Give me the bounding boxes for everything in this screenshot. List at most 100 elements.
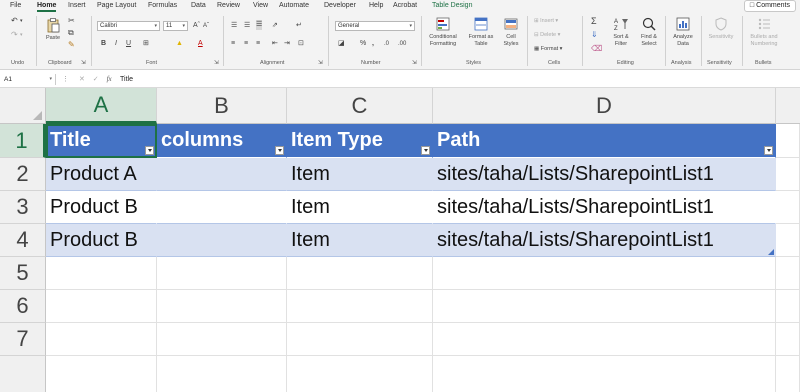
insert-cells-button[interactable]: ⊞ Insert ▾ (534, 18, 558, 25)
tab-file[interactable]: File (10, 2, 21, 9)
align-bottom-icon[interactable]: ☰ (256, 20, 263, 30)
tab-page-layout[interactable]: Page Layout (97, 2, 136, 9)
table-header-cell[interactable]: Title (46, 124, 157, 158)
paste-button[interactable]: Paste (42, 17, 64, 42)
tab-home[interactable]: Home (37, 2, 57, 12)
table-header-cell[interactable]: Path (433, 124, 776, 158)
format-as-table-button[interactable]: Format as Table (464, 16, 498, 47)
empty-cell[interactable] (776, 124, 800, 158)
table-cell[interactable]: Item (287, 191, 433, 224)
table-cell[interactable]: Item (287, 224, 433, 257)
table-cell[interactable]: sites/taha/Lists/SharepointList1 (433, 191, 776, 224)
decrease-decimal-icon[interactable]: .00 (398, 39, 406, 49)
sort-filter-button[interactable]: A Z Sort & Filter (608, 16, 634, 47)
row-header-3[interactable]: 3 (0, 191, 46, 224)
table-header-cell[interactable]: columns (157, 124, 287, 158)
orientation-icon[interactable]: ⇗ (272, 21, 278, 31)
filter-dropdown-icon[interactable] (145, 146, 154, 155)
empty-cell[interactable] (46, 323, 157, 356)
merge-center-icon[interactable]: ⊡ (298, 39, 304, 49)
tab-developer[interactable]: Developer (324, 2, 356, 9)
empty-cell[interactable] (157, 356, 287, 392)
empty-cell[interactable] (46, 257, 157, 290)
cut-icon[interactable]: ✂ (68, 16, 75, 26)
row-header-2[interactable]: 2 (0, 158, 46, 191)
analyze-data-button[interactable]: Analyze Data (669, 16, 697, 47)
tab-acrobat[interactable]: Acrobat (393, 2, 417, 9)
empty-cell[interactable] (157, 323, 287, 356)
empty-cell[interactable] (287, 323, 433, 356)
empty-cell[interactable] (776, 356, 800, 392)
select-all-button[interactable] (0, 88, 46, 124)
empty-cell[interactable] (433, 356, 776, 392)
redo-dropdown-icon[interactable]: ▾ (20, 30, 23, 40)
format-painter-icon[interactable]: ✎ (68, 40, 75, 50)
empty-cell[interactable] (433, 290, 776, 323)
sensitivity-button[interactable]: Sensitivity (703, 16, 739, 41)
undo-icon[interactable]: ↶ (11, 16, 18, 26)
clear-icon[interactable]: ⌫ (591, 44, 602, 54)
undo-dropdown-icon[interactable]: ▾ (20, 16, 23, 26)
decrease-indent-icon[interactable]: ⇤ (272, 39, 278, 49)
column-header-e[interactable] (776, 88, 800, 124)
enter-icon[interactable]: ✓ (93, 76, 99, 83)
empty-cell[interactable] (433, 323, 776, 356)
filter-dropdown-icon[interactable] (275, 146, 284, 155)
empty-cell[interactable] (157, 290, 287, 323)
percent-style-icon[interactable]: % (360, 39, 366, 49)
cell-styles-button[interactable]: Cell Styles (500, 16, 522, 47)
empty-cell[interactable] (287, 356, 433, 392)
align-middle-icon[interactable]: ☰ (244, 21, 250, 31)
empty-cell[interactable] (776, 224, 800, 257)
comments-button[interactable]: □ Comments (743, 0, 796, 12)
table-cell[interactable]: sites/taha/Lists/SharepointList1 (433, 158, 776, 191)
worksheet-grid[interactable]: A B C D 1 2 3 4 5 6 7 Title columns Item… (0, 88, 800, 392)
dialog-launcher-icon[interactable]: ⇲ (214, 60, 219, 67)
row-header-4[interactable]: 4 (0, 224, 46, 257)
column-header-b[interactable]: B (157, 88, 287, 124)
table-cell[interactable] (157, 158, 287, 191)
empty-cell[interactable] (287, 290, 433, 323)
tab-review[interactable]: Review (217, 2, 240, 9)
row-header-6[interactable]: 6 (0, 290, 46, 323)
conditional-formatting-button[interactable]: Conditional Formatting (424, 16, 462, 47)
empty-cell[interactable] (433, 257, 776, 290)
italic-icon[interactable]: I (115, 39, 117, 49)
font-color-icon[interactable]: A (198, 39, 203, 49)
table-cell[interactable]: Product A (46, 158, 157, 191)
align-top-icon[interactable]: ☰ (231, 21, 237, 31)
column-header-c[interactable]: C (287, 88, 433, 124)
empty-cell[interactable] (776, 323, 800, 356)
tab-formulas[interactable]: Formulas (148, 2, 177, 9)
table-cell[interactable] (157, 191, 287, 224)
copy-icon[interactable]: ⧉ (68, 28, 74, 38)
comma-style-icon[interactable]: ‚ (372, 39, 374, 49)
table-cell[interactable]: Item (287, 158, 433, 191)
tab-automate[interactable]: Automate (279, 2, 309, 9)
empty-cell[interactable] (776, 290, 800, 323)
empty-cell[interactable] (776, 257, 800, 290)
dialog-launcher-icon[interactable]: ⇲ (318, 60, 323, 67)
format-cells-button[interactable]: ▦ Format ▾ (534, 46, 562, 53)
number-format-select[interactable]: General ▾ (335, 21, 415, 31)
column-header-d[interactable]: D (433, 88, 776, 124)
table-header-cell[interactable]: Item Type (287, 124, 433, 158)
empty-cell[interactable] (776, 191, 800, 224)
underline-icon[interactable]: U (126, 39, 131, 49)
wrap-text-icon[interactable]: ↵ (296, 21, 302, 31)
tab-insert[interactable]: Insert (68, 2, 86, 9)
filter-dropdown-icon[interactable] (421, 146, 430, 155)
row-header-1[interactable]: 1 (0, 124, 46, 158)
empty-cell[interactable] (46, 290, 157, 323)
filter-dropdown-icon[interactable] (764, 146, 773, 155)
align-right-icon[interactable]: ≡ (256, 39, 260, 49)
more-options-icon[interactable]: ⋮ (62, 76, 69, 83)
table-cell[interactable]: sites/taha/Lists/SharepointList1 (433, 224, 776, 257)
cancel-icon[interactable]: ✕ (79, 76, 85, 83)
increase-decimal-icon[interactable]: .0 (384, 39, 389, 49)
row-header-7[interactable]: 7 (0, 323, 46, 356)
tab-data[interactable]: Data (191, 2, 206, 9)
table-cell[interactable]: Product B (46, 191, 157, 224)
bold-icon[interactable]: B (101, 39, 106, 49)
empty-cell[interactable] (157, 257, 287, 290)
